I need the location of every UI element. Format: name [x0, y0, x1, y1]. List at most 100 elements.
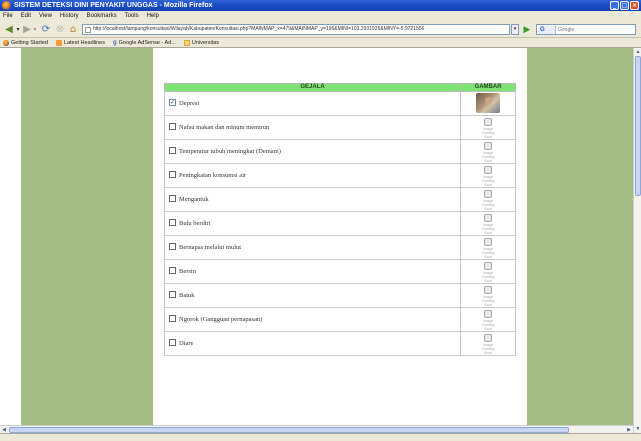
- stop-button[interactable]: ⊗: [54, 23, 66, 36]
- minimize-button[interactable]: _: [610, 1, 619, 10]
- symptom-checkbox[interactable]: [169, 315, 176, 322]
- symptom-cell: Nafsu makan dan minum menurun: [163, 115, 462, 140]
- no-image-caption: Image Coming Soon: [482, 246, 495, 259]
- rss-feed-icon: [56, 39, 62, 46]
- camera-icon: [484, 237, 493, 246]
- bookmark-universitas[interactable]: Universitas: [183, 39, 219, 46]
- table-row: Bernapas melalui mulut Image Coming Soon: [163, 235, 516, 260]
- maximize-button[interactable]: □: [620, 1, 629, 10]
- symptom-image-cell: Image Coming Soon: [460, 235, 516, 260]
- image-coming-soon-placeholder: Image Coming Soon: [478, 165, 498, 187]
- no-image-caption: Image Coming Soon: [482, 126, 495, 139]
- symptom-label: Batuk: [179, 291, 195, 299]
- back-history-dropdown[interactable]: ▾: [15, 23, 21, 36]
- window-titlebar: SISTEM DETEKSI DINI PENYAKIT UNGGAS - Mo…: [0, 0, 641, 11]
- image-coming-soon-placeholder: Image Coming Soon: [478, 237, 498, 259]
- symptom-checkbox[interactable]: [169, 195, 176, 202]
- camera-icon: [484, 165, 493, 174]
- horizontal-scrollbar[interactable]: ◀ ▶: [0, 425, 633, 433]
- menu-help[interactable]: Help: [147, 13, 159, 19]
- status-bar: [0, 433, 641, 441]
- home-button[interactable]: ⌂: [67, 23, 79, 36]
- symptom-image-cell: Image Coming Soon: [460, 187, 516, 212]
- symptom-image-cell: Image Coming Soon: [460, 211, 516, 236]
- firefox-icon: [3, 39, 9, 46]
- firefox-icon: [2, 1, 11, 10]
- page-icon: [85, 27, 91, 33]
- navigation-toolbar: ◀ ▾ ▶ ▾ ⟳ ⊗ ⌂ http://localhost/lampung/k…: [0, 21, 641, 38]
- symptom-checkbox[interactable]: [169, 147, 176, 154]
- search-input[interactable]: [558, 25, 635, 34]
- vertical-scrollbar[interactable]: ▲ ▼: [633, 48, 641, 433]
- symptom-image-cell: Image Coming Soon: [460, 283, 516, 308]
- bookmark-google-adsense[interactable]: g Google AdSense - Ad...: [113, 40, 176, 46]
- symptom-cell: Bernapas melalui mulut: [163, 235, 462, 260]
- symptom-cell: Mengantuk: [163, 187, 462, 212]
- symptom-table: GEJALA GAMBAR ✓ Depresi Nafsu makan dan mi…: [163, 83, 516, 356]
- camera-icon: [484, 333, 493, 342]
- symptom-checkbox[interactable]: [169, 219, 176, 226]
- table-row: Diare Image Coming Soon: [163, 331, 516, 356]
- symptom-cell: ✓ Depresi: [163, 91, 462, 116]
- left-sidebar: [21, 48, 153, 433]
- vertical-scroll-thumb[interactable]: [635, 56, 641, 196]
- symptom-checkbox[interactable]: [169, 171, 176, 178]
- menu-history[interactable]: History: [60, 13, 79, 19]
- symptom-image-cell: Image Coming Soon: [460, 163, 516, 188]
- close-button[interactable]: ×: [630, 1, 639, 10]
- no-image-caption: Image Coming Soon: [482, 174, 495, 187]
- camera-icon: [484, 189, 493, 198]
- table-row: Ngorok (Gangguan pernapasan) Image Coming…: [163, 307, 516, 332]
- camera-icon: [484, 285, 493, 294]
- image-coming-soon-placeholder: Image Coming Soon: [478, 213, 498, 235]
- menu-view[interactable]: View: [39, 13, 52, 19]
- camera-icon: [484, 141, 493, 150]
- url-dropdown-button[interactable]: ▾: [511, 24, 519, 35]
- search-engine-icon[interactable]: G: [538, 26, 556, 34]
- reload-button[interactable]: ⟳: [40, 23, 52, 36]
- back-button[interactable]: ◀: [3, 23, 15, 36]
- menu-tools[interactable]: Tools: [125, 13, 139, 19]
- image-coming-soon-placeholder: Image Coming Soon: [478, 141, 498, 163]
- folder-icon: [183, 39, 190, 46]
- menu-file[interactable]: File: [3, 13, 13, 19]
- symptom-checkbox[interactable]: [169, 339, 176, 346]
- symptom-checkbox[interactable]: [169, 291, 176, 298]
- url-bar[interactable]: http://localhost/lampung/konsultasi/Wila…: [82, 24, 510, 35]
- symptom-checkbox[interactable]: [169, 267, 176, 274]
- symptom-label: Mengantuk: [179, 195, 209, 203]
- no-image-caption: Image Coming Soon: [482, 198, 495, 211]
- camera-icon: [484, 117, 493, 126]
- menu-bookmarks[interactable]: Bookmarks: [87, 13, 117, 19]
- column-header-image: GAMBAR: [460, 83, 516, 92]
- forward-history-dropdown[interactable]: ▾: [32, 23, 38, 36]
- table-row: Peningkatan konsumsi air Image Coming Soo…: [163, 163, 516, 188]
- symptom-cell: Diare: [163, 331, 462, 356]
- forward-button[interactable]: ▶: [22, 23, 32, 36]
- symptom-label: Bulu berdiri: [179, 219, 211, 227]
- go-button[interactable]: ▶: [521, 23, 533, 36]
- scroll-down-arrow[interactable]: ▼: [634, 425, 641, 433]
- table-row: Bulu berdiri Image Coming Soon: [163, 211, 516, 236]
- symptom-image-cell: Image Coming Soon: [460, 115, 516, 140]
- camera-icon: [484, 261, 493, 270]
- scroll-up-arrow[interactable]: ▲: [634, 48, 641, 56]
- image-coming-soon-placeholder: Image Coming Soon: [478, 189, 498, 211]
- no-image-caption: Image Coming Soon: [482, 222, 495, 235]
- table-row: Batuk Image Coming Soon: [163, 283, 516, 308]
- symptom-label: Diare: [179, 339, 194, 347]
- symptom-cell: Bulu berdiri: [163, 211, 462, 236]
- image-coming-soon-placeholder: Image Coming Soon: [478, 309, 498, 331]
- symptom-checkbox[interactable]: [169, 123, 176, 130]
- bookmark-latest-headlines[interactable]: Latest Headlines: [56, 39, 105, 46]
- no-image-caption: Image Coming Soon: [482, 270, 495, 283]
- symptom-label: Peningkatan konsumsi air: [179, 171, 247, 179]
- menu-edit[interactable]: Edit: [21, 13, 31, 19]
- symptom-label: Bersin: [179, 267, 196, 275]
- bookmark-getting-started[interactable]: Getting Started: [3, 39, 48, 46]
- symptom-checkbox[interactable]: [169, 243, 176, 250]
- camera-icon: [484, 213, 493, 222]
- no-image-caption: Image Coming Soon: [482, 318, 495, 331]
- symptom-checkbox[interactable]: ✓: [169, 99, 176, 106]
- symptom-image-cell: Image Coming Soon: [460, 331, 516, 356]
